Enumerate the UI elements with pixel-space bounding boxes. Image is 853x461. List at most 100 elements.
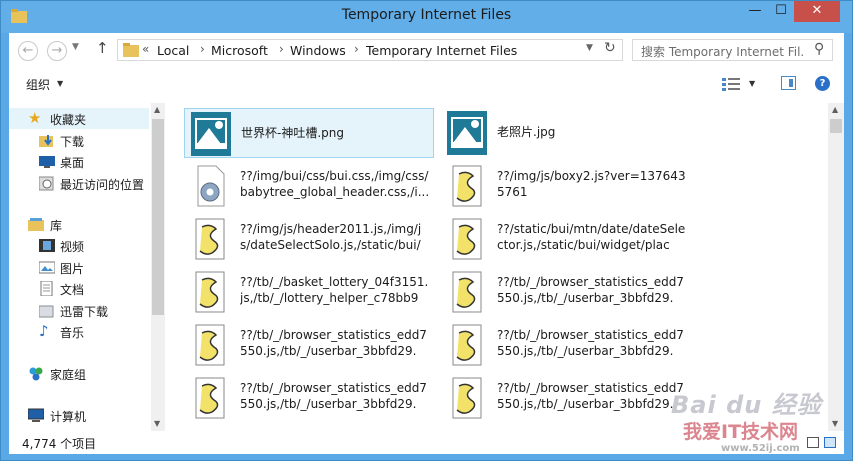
chevron-down-icon[interactable]: ▼ bbox=[57, 79, 63, 88]
file-name: ??/img/js/header2011.js,/img/js/dateSele… bbox=[240, 222, 422, 255]
script-file-icon bbox=[195, 377, 225, 419]
change-view-icon[interactable] bbox=[721, 77, 741, 91]
scroll-up-icon[interactable]: ▲ bbox=[832, 105, 838, 114]
navigation-pane: ★ 收藏夹 下载 桌面 最近访问的位置 库 视频 图片 文档 迅雷下载 ♪ 音乐… bbox=[9, 103, 165, 431]
nav-item-downloads[interactable]: 下载 bbox=[9, 130, 149, 151]
script-file-icon bbox=[452, 377, 482, 419]
forward-button[interactable]: → bbox=[47, 41, 67, 61]
nav-item-label: 库 bbox=[50, 219, 63, 233]
back-button[interactable]: ← bbox=[18, 41, 38, 61]
file-name: 世界杯-神吐槽.png bbox=[241, 126, 344, 140]
image-file-icon bbox=[191, 112, 231, 156]
nav-item-computer[interactable]: 计算机 bbox=[9, 405, 149, 426]
config-file-icon bbox=[197, 165, 225, 207]
picture-icon bbox=[39, 261, 55, 274]
list-item[interactable]: 老照片.jpg bbox=[441, 108, 691, 158]
nav-item-label: 图片 bbox=[60, 262, 85, 276]
recent-places-icon bbox=[39, 176, 54, 191]
list-item[interactable]: ??/tb/_/basket_lottery_04f3151.js,/tb/_/… bbox=[184, 267, 434, 317]
nav-item-thunder[interactable]: 迅雷下载 bbox=[9, 300, 149, 321]
nav-item-label: 收藏夹 bbox=[50, 113, 87, 127]
video-icon bbox=[39, 239, 55, 252]
search-input[interactable]: 搜索 Temporary Internet Fil... ⚲ bbox=[632, 39, 833, 61]
nav-item-music[interactable]: ♪ 音乐 bbox=[9, 321, 149, 342]
list-item[interactable]: 世界杯-神吐槽.png bbox=[184, 108, 434, 158]
list-item[interactable]: ??/tb/_/browser_statistics_edd7550.js,/t… bbox=[441, 267, 691, 317]
breadcrumb-separator[interactable]: › bbox=[200, 42, 205, 56]
breadcrumb-windows[interactable]: Windows bbox=[290, 43, 346, 58]
title-bar[interactable]: Temporary Internet Files — ☐ ✕ bbox=[1, 1, 852, 33]
nav-item-libraries[interactable]: 库 bbox=[9, 214, 149, 235]
command-bar: 组织 ▼ ▼ ? bbox=[9, 69, 844, 97]
scrollbar-thumb[interactable] bbox=[830, 119, 842, 133]
scroll-down-icon[interactable]: ▼ bbox=[154, 419, 160, 428]
breadcrumb-temporary-internet-files[interactable]: Temporary Internet Files bbox=[366, 43, 517, 58]
nav-item-recent[interactable]: 最近访问的位置 bbox=[9, 173, 149, 194]
download-folder-icon bbox=[39, 305, 54, 318]
list-item[interactable]: ??/static/bui/mtn/date/dateSelector.js,/… bbox=[441, 214, 691, 264]
address-bar[interactable]: « Local › Microsoft › Windows › Temporar… bbox=[117, 39, 623, 61]
item-count: 4,774 个项目 bbox=[22, 437, 97, 451]
image-file-icon bbox=[447, 111, 487, 155]
music-note-icon: ♪ bbox=[39, 322, 49, 340]
up-arrow-icon[interactable]: ↑ bbox=[96, 39, 112, 57]
nav-item-label: 家庭组 bbox=[50, 368, 87, 382]
document-icon bbox=[40, 281, 53, 296]
maximize-button[interactable]: ☐ bbox=[768, 1, 794, 22]
organize-button[interactable]: 组织 bbox=[26, 76, 50, 93]
search-icon[interactable]: ⚲ bbox=[814, 41, 824, 57]
file-name: ??/img/js/boxy2.js?ver=1376435761 bbox=[497, 169, 686, 199]
breadcrumb-separator[interactable]: › bbox=[354, 42, 359, 56]
navigation-scrollbar[interactable]: ▲ ▼ bbox=[151, 103, 165, 431]
preview-pane-icon[interactable] bbox=[781, 76, 796, 90]
minimize-button[interactable]: — bbox=[742, 1, 768, 22]
nav-item-desktop[interactable]: 桌面 bbox=[9, 151, 149, 172]
list-item[interactable]: ??/img/js/header2011.js,/img/js/dateSele… bbox=[184, 214, 434, 264]
nav-item-documents[interactable]: 文档 bbox=[9, 278, 149, 299]
list-item[interactable]: ??/tb/_/browser_statistics_edd7550.js,/t… bbox=[441, 320, 691, 370]
desktop-icon bbox=[39, 156, 55, 168]
breadcrumb-local[interactable]: Local bbox=[157, 43, 189, 58]
file-name: ??/static/bui/mtn/date/dateSelector.js,/… bbox=[497, 222, 686, 255]
nav-item-label: 视频 bbox=[60, 240, 85, 254]
nav-item-label: 下载 bbox=[60, 135, 85, 149]
nav-item-label: 音乐 bbox=[60, 326, 85, 340]
list-item[interactable]: ??/img/bui/css/bui.css,/img/css/babytree… bbox=[184, 161, 434, 211]
address-chevron-down-icon[interactable]: ▼ bbox=[586, 43, 593, 53]
script-file-icon bbox=[452, 218, 482, 260]
file-name: ??/tb/_/basket_lottery_04f3151.js,/tb/_/… bbox=[240, 275, 429, 308]
file-name: ??/tb/_/browser_statistics_edd7550.js,/t… bbox=[497, 328, 684, 361]
search-placeholder: 搜索 Temporary Internet Fil... bbox=[641, 45, 805, 59]
scroll-up-icon[interactable]: ▲ bbox=[154, 105, 160, 114]
list-item[interactable]: ??/tb/_/browser_statistics_edd7550.js,/t… bbox=[184, 320, 434, 370]
star-icon: ★ bbox=[28, 109, 42, 127]
recent-locations-chevron-down-icon[interactable]: ▼ bbox=[72, 42, 82, 52]
refresh-icon[interactable]: ↻ bbox=[604, 40, 622, 56]
script-file-icon bbox=[195, 324, 225, 366]
breadcrumb-separator[interactable]: › bbox=[279, 42, 284, 56]
nav-item-pictures[interactable]: 图片 bbox=[9, 257, 149, 278]
file-name: ??/tb/_/browser_statistics_edd7550.js,/t… bbox=[497, 275, 684, 308]
nav-item-favorites[interactable]: ★ 收藏夹 bbox=[9, 108, 149, 129]
library-icon bbox=[28, 218, 44, 231]
file-name: ??/tb/_/browser_statistics_edd7550.js,/t… bbox=[240, 328, 427, 361]
file-name: ??/img/bui/css/bui.css,/img/css/babytree… bbox=[240, 169, 430, 199]
view-chevron-down-icon[interactable]: ▼ bbox=[749, 79, 755, 88]
breadcrumb-overflow[interactable]: « bbox=[142, 42, 149, 56]
nav-item-label: 迅雷下载 bbox=[60, 305, 109, 319]
breadcrumb-microsoft[interactable]: Microsoft bbox=[211, 43, 268, 58]
script-file-icon bbox=[452, 324, 482, 366]
help-icon[interactable]: ? bbox=[815, 76, 830, 91]
list-item[interactable]: ??/img/js/boxy2.js?ver=1376435761 bbox=[441, 161, 691, 211]
window-title: Temporary Internet Files bbox=[341, 7, 512, 23]
close-button[interactable]: ✕ bbox=[794, 1, 840, 22]
watermark-baidu: Bai du 经验 bbox=[671, 391, 822, 419]
nav-item-videos[interactable]: 视频 bbox=[9, 235, 149, 256]
scrollbar-thumb[interactable] bbox=[152, 119, 164, 315]
nav-item-homegroup[interactable]: 家庭组 bbox=[9, 363, 149, 384]
explorer-window: Temporary Internet Files — ☐ ✕ ← → ▼ ↑ «… bbox=[0, 0, 853, 461]
script-file-icon bbox=[452, 165, 482, 207]
folder-icon bbox=[123, 43, 139, 57]
list-item[interactable]: ??/tb/_/browser_statistics_edd7550.js,/t… bbox=[184, 373, 434, 423]
watermark-site-name: 我爱IT技术网 bbox=[683, 421, 799, 443]
